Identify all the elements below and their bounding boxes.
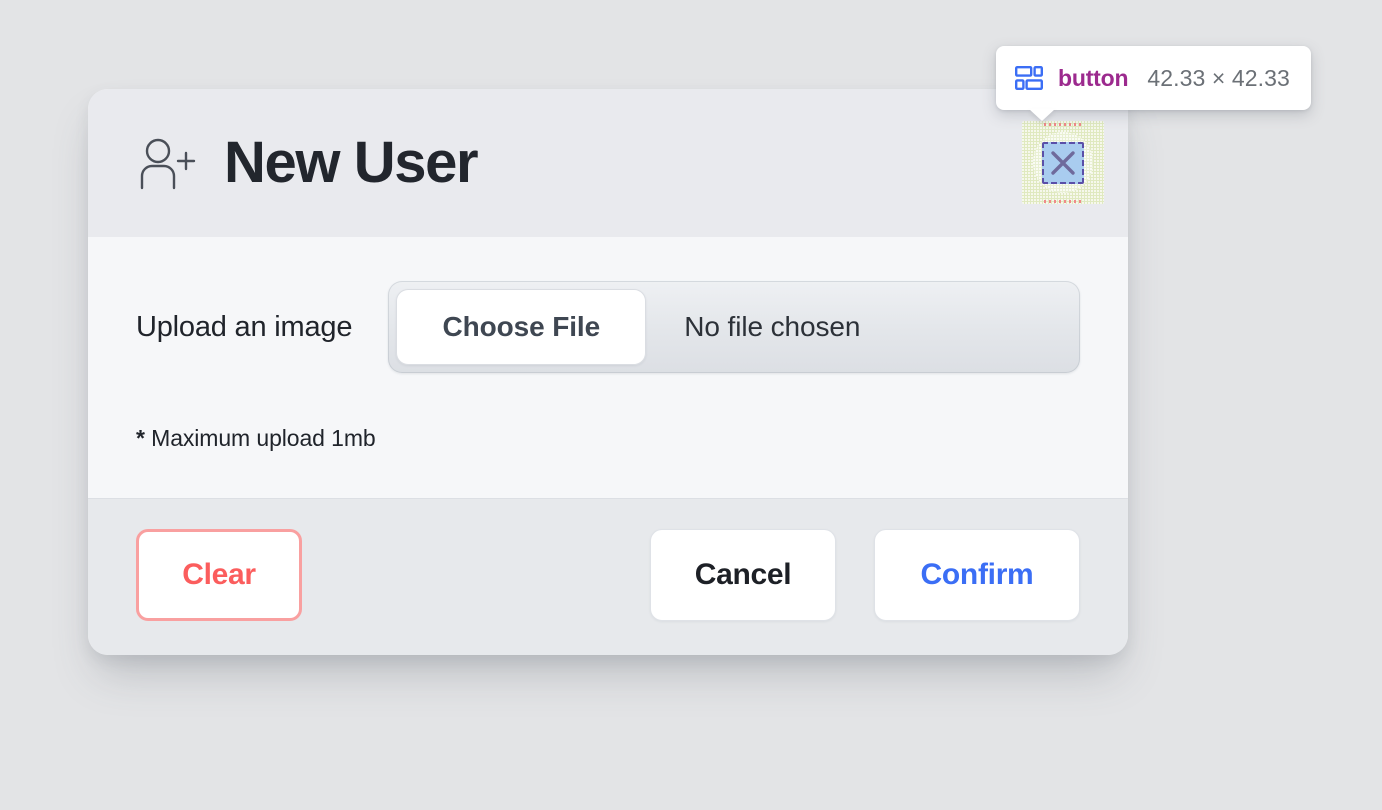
close-x-icon bbox=[1048, 148, 1078, 178]
close-button-slot bbox=[1022, 121, 1104, 204]
dialog-body: Upload an image Choose File No file chos… bbox=[88, 237, 1128, 498]
dialog-header: New User bbox=[88, 89, 1128, 237]
hint-asterisk: * bbox=[136, 425, 145, 451]
user-plus-icon bbox=[136, 135, 198, 191]
selected-file-name: No file chosen bbox=[684, 311, 861, 342]
inspector-tag-name: button bbox=[1058, 64, 1129, 91]
confirm-button[interactable]: Confirm bbox=[874, 529, 1080, 621]
dialog-footer: Clear Cancel Confirm bbox=[88, 498, 1128, 655]
file-upload-input[interactable]: Choose File No file chosen bbox=[388, 281, 1080, 373]
layout-blocks-icon bbox=[1015, 66, 1044, 90]
inspector-margin-edge-top bbox=[1044, 123, 1082, 126]
hint-text: Maximum upload 1mb bbox=[144, 425, 376, 451]
choose-file-button[interactable]: Choose File bbox=[396, 289, 647, 365]
page-title: New User bbox=[224, 130, 479, 195]
clear-button[interactable]: Clear bbox=[136, 529, 302, 621]
cancel-button[interactable]: Cancel bbox=[650, 529, 836, 621]
new-user-dialog: New User Upload an image Choose File No … bbox=[88, 89, 1128, 655]
inspector-margin-edge-bottom bbox=[1044, 200, 1082, 203]
inspector-dimensions: 42.33 × 42.33 bbox=[1147, 64, 1290, 91]
close-button[interactable] bbox=[1042, 142, 1084, 184]
dialog-header-left: New User bbox=[136, 130, 479, 195]
upload-label: Upload an image bbox=[136, 310, 353, 343]
upload-row: Upload an image Choose File No file chos… bbox=[136, 281, 1080, 373]
upload-hint: * Maximum upload 1mb bbox=[136, 425, 1080, 452]
inspector-tooltip: button 42.33 × 42.33 bbox=[996, 46, 1311, 110]
